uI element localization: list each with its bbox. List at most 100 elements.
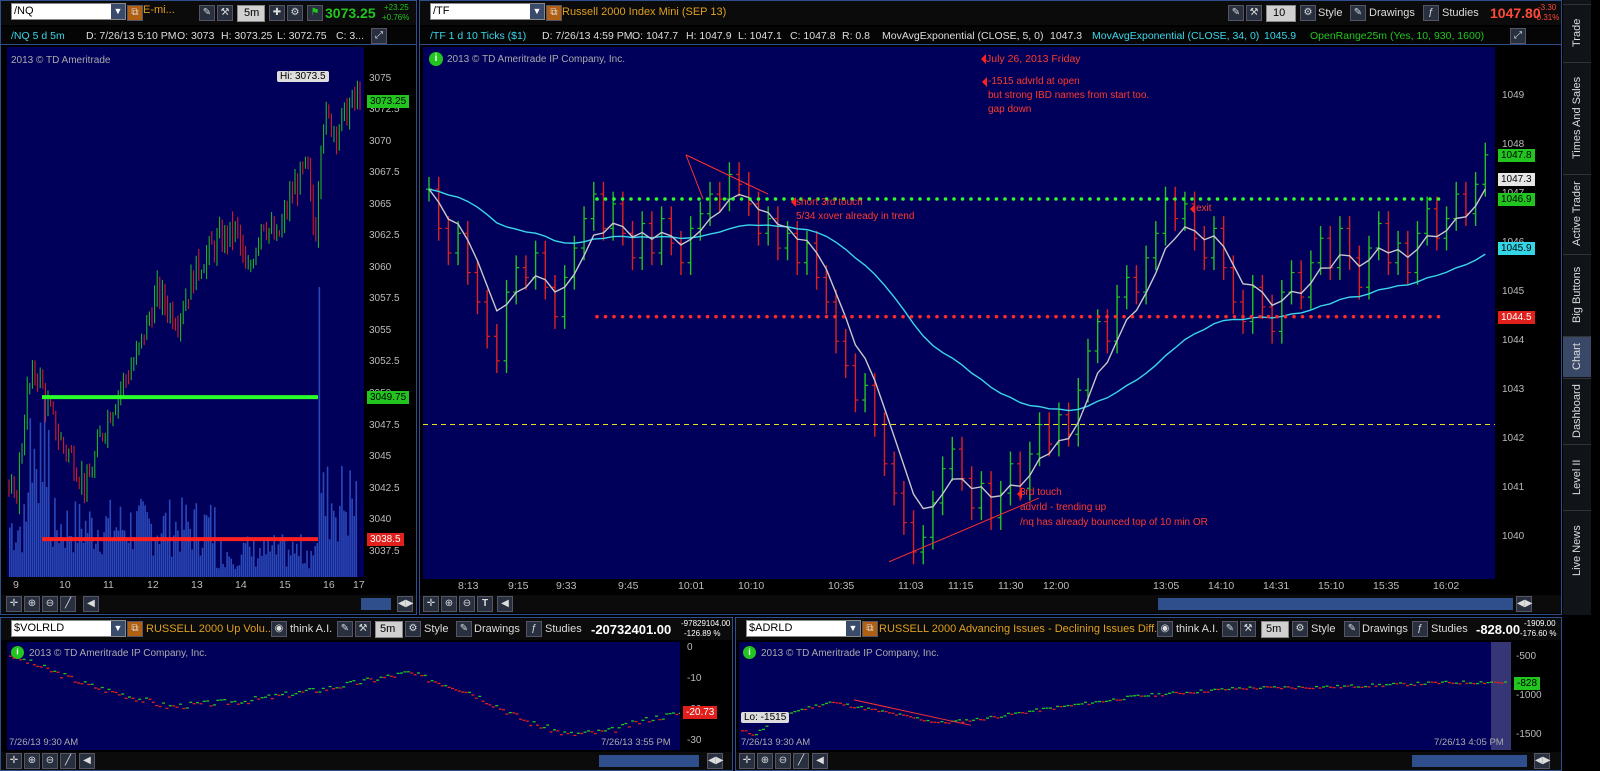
link-icon[interactable]: ⧉ [546, 5, 562, 21]
link-icon[interactable]: ⧉ [127, 5, 143, 21]
scroll-left-icon[interactable]: ◀ [83, 596, 99, 612]
wrench-icon[interactable]: ⚒ [1246, 5, 1262, 21]
scroll-icon[interactable]: ◀▶ [1516, 596, 1532, 612]
or-high-dot [1300, 197, 1305, 201]
side-tab-active-trader[interactable]: Active Trader [1563, 174, 1591, 253]
or-high-dot [1317, 197, 1322, 201]
vol-symbol-selector[interactable]: $VOLRLD ▼ [11, 620, 126, 637]
adr-studies-button[interactable]: Studies [1431, 623, 1468, 639]
zoom-out-icon[interactable]: ⊖ [42, 596, 58, 612]
pan-icon[interactable]: ✛ [6, 596, 22, 612]
think-ai-icon[interactable]: ◉ [271, 621, 287, 637]
tf-symbol-selector[interactable]: /TF ▼ [430, 3, 545, 20]
tf-studies-button[interactable]: Studies [1442, 7, 1479, 23]
tf-scrollbar[interactable] [1158, 598, 1513, 610]
scroll-icon[interactable]: ◀▶ [707, 753, 723, 769]
nq-symbol-selector[interactable]: /NQ ▼ [11, 3, 126, 20]
wrench-icon[interactable]: ⚒ [217, 5, 233, 21]
or-high-dot [909, 197, 914, 201]
chevron-down-icon[interactable]: ▼ [530, 4, 544, 19]
style-icon[interactable]: ⚙ [1292, 621, 1308, 637]
side-tab-dashboard[interactable]: Dashboard [1563, 378, 1591, 443]
adr-aggregation-button[interactable]: 5m [1261, 621, 1289, 638]
drawing-tools-icon[interactable]: ✎ [199, 5, 215, 21]
drawings-icon[interactable]: ✎ [1344, 621, 1360, 637]
vol-studies-button[interactable]: Studies [545, 623, 582, 639]
wrench-icon[interactable]: ⚒ [355, 621, 371, 637]
or-low-dot [1377, 314, 1381, 319]
pan-icon[interactable]: ✛ [739, 753, 755, 769]
chevron-down-icon[interactable]: ▼ [111, 4, 125, 19]
pin-icon[interactable]: ✚ [269, 5, 285, 21]
scroll-icon[interactable]: ◀▶ [397, 596, 413, 612]
flag-icon[interactable]: ⚑ [307, 5, 323, 21]
pan-icon[interactable]: ✛ [423, 596, 439, 612]
drawing-tools-icon[interactable]: ✎ [1228, 5, 1244, 21]
zoom-out-icon[interactable]: ⊖ [42, 753, 58, 769]
volume-bar [80, 528, 83, 577]
adr-scrollbar[interactable] [1412, 755, 1527, 767]
side-tab-trade[interactable]: Trade [1563, 4, 1591, 61]
vol-aggregation-button[interactable]: 5m [375, 621, 403, 638]
adr-style-button[interactable]: Style [1311, 623, 1335, 639]
zoom-out-icon[interactable]: ⊖ [459, 596, 475, 612]
vol-scrollbar[interactable] [599, 755, 699, 767]
line-tool-icon[interactable]: ╱ [60, 596, 76, 612]
scroll-left-icon[interactable]: ◀ [79, 753, 95, 769]
expand-icon[interactable]: ⤢ [1510, 28, 1526, 44]
tf-open: O: 1047.7 [632, 30, 679, 42]
link-icon[interactable]: ⧉ [127, 621, 143, 637]
chevron-down-icon[interactable]: ▼ [111, 621, 125, 636]
nq-scrollbar[interactable] [361, 598, 391, 610]
side-tab-live-news[interactable]: Live News [1563, 510, 1591, 591]
vol-time-end: 7/26/13 3:55 PM [601, 737, 671, 748]
volume-bar [31, 482, 34, 577]
side-tab-big-buttons[interactable]: Big Buttons [1563, 254, 1591, 335]
drawings-icon[interactable]: ✎ [456, 621, 472, 637]
zoom-icon[interactable]: ⊕ [24, 753, 40, 769]
volume-bar [119, 506, 122, 577]
studies-icon[interactable]: ƒ [526, 621, 542, 637]
pan-icon[interactable]: ✛ [6, 753, 22, 769]
vol-drawings-button[interactable]: Drawings [474, 623, 520, 639]
zoom-icon[interactable]: ⊕ [24, 596, 40, 612]
or-high-dot [901, 197, 905, 201]
line-tool-icon[interactable]: ╱ [793, 753, 809, 769]
chevron-down-icon[interactable]: ▼ [846, 621, 860, 636]
expand-icon[interactable]: ⤢ [371, 28, 387, 44]
scroll-left-icon[interactable]: ◀ [812, 753, 828, 769]
adr-drawings-button[interactable]: Drawings [1362, 623, 1408, 639]
adr-symbol-selector[interactable]: $ADRLD ▼ [746, 620, 861, 637]
vol-think-button[interactable]: think A.I. [290, 623, 332, 639]
studies-icon[interactable]: ƒ [1412, 621, 1428, 637]
wrench-icon[interactable]: ⚒ [1240, 621, 1256, 637]
vol-style-button[interactable]: Style [424, 623, 448, 639]
side-tab-level-ii[interactable]: Level II [1563, 444, 1591, 509]
tf-style-button[interactable]: Style [1318, 7, 1342, 23]
text-tool-icon[interactable]: T [477, 596, 493, 612]
zoom-icon[interactable]: ⊕ [441, 596, 457, 612]
scroll-left-icon[interactable]: ◀ [497, 596, 513, 612]
nq-aggregation-button[interactable]: 5m [237, 5, 265, 22]
line-tool-icon[interactable]: ╱ [60, 753, 76, 769]
zoom-out-icon[interactable]: ⊖ [775, 753, 791, 769]
style-icon[interactable]: ⚙ [1300, 5, 1316, 21]
nq-price-level-label: 3067.5 [369, 167, 400, 179]
settings-icon[interactable]: ⚙ [287, 5, 303, 21]
style-icon[interactable]: ⚙ [405, 621, 421, 637]
drawing-tools-icon[interactable]: ✎ [337, 621, 353, 637]
think-ai-icon[interactable]: ◉ [1157, 621, 1173, 637]
scroll-icon[interactable]: ◀▶ [1534, 753, 1550, 769]
drawing-tools-icon[interactable]: ✎ [1222, 621, 1238, 637]
tf-aggregation-button[interactable]: 10 [1266, 5, 1296, 22]
studies-icon[interactable]: ƒ [1423, 5, 1439, 21]
drawings-icon[interactable]: ✎ [1350, 5, 1366, 21]
link-icon[interactable]: ⧉ [862, 621, 878, 637]
volume-bar [60, 524, 62, 577]
side-tab-times-and-sales[interactable]: Times And Sales [1563, 62, 1591, 173]
zoom-icon[interactable]: ⊕ [757, 753, 773, 769]
side-tab-chart[interactable]: Chart [1563, 336, 1591, 377]
adr-think-button[interactable]: think A.I. [1176, 623, 1218, 639]
volume-bar [242, 542, 245, 577]
tf-drawings-button[interactable]: Drawings [1369, 7, 1415, 23]
